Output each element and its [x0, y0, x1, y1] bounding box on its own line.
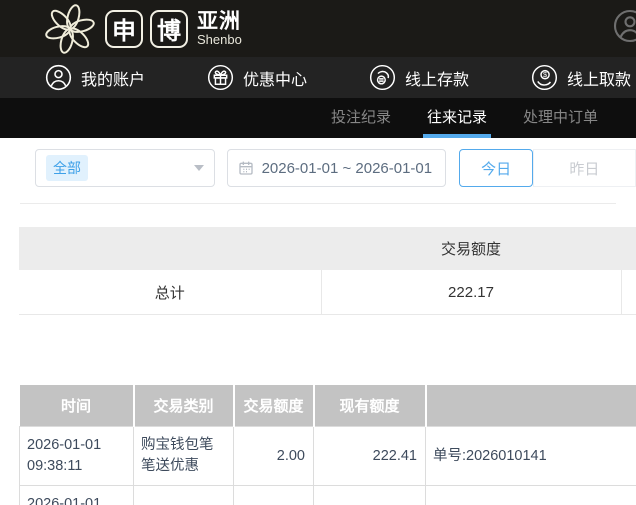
nav-label: 我的账户 — [81, 71, 146, 89]
summary-header-blank2 — [621, 227, 636, 270]
gift-icon — [207, 64, 234, 91]
calendar-icon — [238, 161, 253, 175]
cell-time: 2026-01-01 09:38:11 — [19, 485, 134, 505]
nav-label: 线上存款 — [405, 71, 470, 89]
tab-betting-records[interactable]: 投注纪录 — [327, 98, 395, 138]
summary-table: 交易额度 总计 222.17 — [19, 227, 636, 315]
transactions-table: 时间 交易类别 交易额度 现有额度 2026-01-01 09:38:11 购宝… — [19, 385, 636, 505]
nav-label: 优惠中心 — [243, 71, 308, 89]
transactions-header-row: 时间 交易类别 交易额度 现有额度 — [19, 385, 636, 427]
chevron-down-icon — [193, 165, 204, 171]
brand-subtitle: Shenbo — [197, 32, 242, 47]
page: 申 博 亚洲 Shenbo 我的账户 优惠中心 线上存款 $ 线上取款 投注纪录… — [0, 0, 636, 505]
summary-total-value: 222.17 — [320, 270, 622, 315]
table-row: 2026-01-01 09:38:11 购宝钱包笔笔送优惠 2.00 222.4… — [19, 425, 636, 487]
logo-bar: 申 博 亚洲 Shenbo — [0, 0, 636, 57]
divider — [20, 203, 616, 204]
cell-amount: 2.00 — [233, 425, 314, 487]
filter-row: 全部 2026-01-01 ~ 2026-01-01 今日 昨日 — [35, 149, 636, 187]
type-select[interactable]: 全部 — [35, 149, 215, 187]
col-header-note — [425, 385, 636, 427]
col-header-time: 时间 — [19, 385, 135, 427]
user-icon — [45, 64, 72, 91]
nav-item-deposit[interactable]: 线上存款 — [369, 64, 469, 91]
cell-time: 2026-01-01 09:38:11 — [19, 425, 134, 487]
selected-type-tag[interactable]: 全部 — [46, 155, 88, 181]
cell-note: 单号:2026010141 — [425, 425, 636, 487]
brand-wordmark: 亚洲 Shenbo — [197, 11, 242, 46]
nav-item-promotions[interactable]: 优惠中心 — [207, 64, 307, 91]
main-nav: 我的账户 优惠中心 线上存款 $ 线上取款 — [0, 57, 636, 98]
brand-char-1: 申 — [105, 9, 143, 48]
svg-text:$: $ — [543, 70, 547, 79]
nav-label: 线上取款 — [567, 71, 632, 89]
summary-header-blank — [19, 227, 321, 270]
flower-logo-icon — [45, 3, 95, 54]
col-header-amount: 交易额度 — [233, 385, 315, 427]
cell-amount: 200.00 — [233, 485, 314, 505]
nav-item-withdraw[interactable]: $ 线上取款 — [531, 64, 631, 91]
user-avatar-icon[interactable] — [612, 8, 636, 49]
yesterday-button[interactable]: 昨日 — [532, 149, 636, 187]
cell-note: 单号:2026010141 — [425, 485, 636, 505]
withdraw-icon: $ — [532, 64, 558, 91]
brand-region: 亚洲 — [197, 10, 241, 33]
record-tabs: 投注纪录 往来记录 处理中订单 — [0, 98, 636, 138]
cell-balance: 220.41 — [313, 485, 426, 505]
tab-pending-orders[interactable]: 处理中订单 — [519, 98, 602, 138]
date-range-input[interactable]: 2026-01-01 ~ 2026-01-01 — [226, 149, 447, 187]
col-header-balance: 现有额度 — [313, 385, 427, 427]
cell-balance: 222.41 — [313, 425, 426, 487]
summary-total-row: 总计 222.17 — [19, 270, 636, 315]
brand-char-2: 博 — [150, 9, 188, 48]
date-range-value: 2026-01-01 ~ 2026-01-01 — [261, 159, 433, 177]
summary-header-amount: 交易额度 — [321, 227, 621, 270]
today-button[interactable]: 今日 — [459, 149, 533, 187]
cell-type: 购宝钱包笔笔送优惠 — [133, 425, 234, 487]
deposit-icon — [369, 64, 396, 91]
cell-type: 购宝钱包 — [133, 485, 234, 505]
summary-empty-cell — [620, 270, 636, 315]
table-row: 2026-01-01 09:38:11 购宝钱包 200.00 220.41 单… — [19, 485, 636, 505]
col-header-type: 交易类别 — [133, 385, 235, 427]
summary-total-label: 总计 — [19, 270, 322, 315]
nav-item-my-account[interactable]: 我的账户 — [45, 64, 145, 91]
tab-transaction-records[interactable]: 往来记录 — [422, 98, 491, 138]
